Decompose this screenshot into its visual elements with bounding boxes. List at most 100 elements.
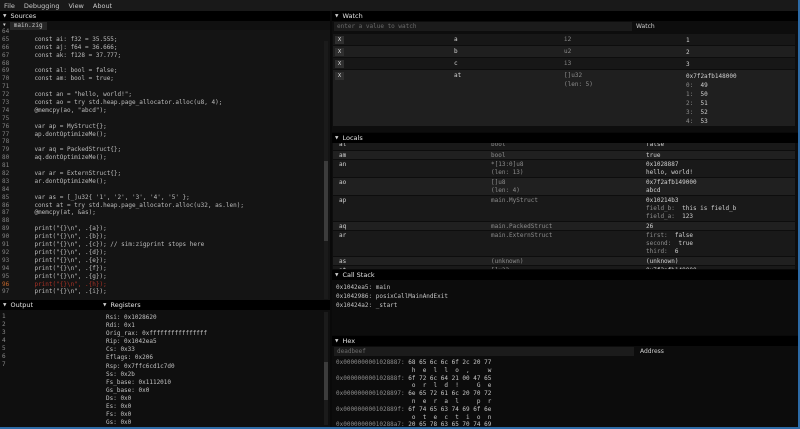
line-number[interactable]: 89 (0, 225, 11, 233)
registers-panel-header[interactable]: ▼ Registers (100, 300, 330, 310)
source-line[interactable]: 84 (0, 186, 322, 194)
source-line[interactable]: 70 const am: bool = true; (0, 75, 322, 83)
watch-row[interactable]: Xbu22 (333, 46, 795, 57)
line-number[interactable]: 66 (0, 44, 11, 52)
source-line[interactable]: 66 const aj: f64 = 36.666; (0, 44, 322, 52)
source-line[interactable]: 85 var as = [_]u32{ '1', '2', '3', '4', … (0, 194, 322, 202)
hex-address-input[interactable] (334, 347, 634, 356)
source-line[interactable]: 97 print("{}\n", .{i}); (0, 288, 322, 296)
line-number[interactable]: 71 (0, 83, 11, 91)
source-line[interactable]: 81 (0, 162, 322, 170)
delete-watch-button[interactable]: X (335, 60, 344, 68)
locals-panel-header[interactable]: ▼ Locals (332, 133, 798, 143)
sources-scrollbar[interactable] (324, 41, 328, 299)
source-line[interactable]: 68 (0, 60, 322, 68)
source-line[interactable]: 83 ar.dontOptimizeMe(); (0, 178, 322, 186)
call-stack-frame[interactable]: 0x1042986: posixCallMainAndExit (336, 292, 798, 301)
sources-panel-header[interactable]: ▼ Sources (0, 11, 330, 21)
line-number[interactable]: 75 (0, 115, 11, 123)
line-number[interactable]: 82 (0, 170, 11, 178)
line-number[interactable]: 73 (0, 99, 11, 107)
local-row[interactable]: as(unknown)(unknown) (333, 257, 795, 265)
source-line[interactable]: 95 print("{}\n", .{g}); (0, 273, 322, 281)
registers-scrollbar[interactable] (324, 312, 328, 425)
source-line[interactable]: 91 print("{}\n", .{c}); // sim:zigprint … (0, 241, 322, 249)
line-number[interactable]: 86 (0, 202, 11, 210)
source-line[interactable]: 92 print("{}\n", .{d}); (0, 249, 322, 257)
line-number[interactable]: 80 (0, 154, 11, 162)
delete-watch-button[interactable]: X (335, 36, 344, 44)
call-stack-frame[interactable]: 0x1042ea5: main (336, 283, 798, 292)
source-line[interactable]: 86 const at = try std.heap.page_allocato… (0, 202, 322, 210)
line-number[interactable]: 84 (0, 186, 11, 194)
line-number[interactable]: 67 (0, 52, 11, 60)
local-row[interactable]: armain.ExternStructfirst: falsesecond: t… (333, 231, 795, 256)
source-line[interactable]: 89 print("{}\n", .{a}); (0, 225, 322, 233)
source-line[interactable]: 80 aq.dontOptimizeMe(); (0, 154, 322, 162)
local-row[interactable]: an*[13:0]u8(len: 13)0x1028887hello, worl… (333, 160, 795, 177)
source-line[interactable]: 72 const an = "hello, world!"; (0, 91, 322, 99)
line-number[interactable]: 92 (0, 249, 11, 257)
source-line[interactable]: 75 (0, 115, 322, 123)
line-number[interactable]: 81 (0, 162, 11, 170)
source-line[interactable]: 76 var ap = MyStruct{}; (0, 123, 322, 131)
line-number[interactable]: 97 (0, 288, 11, 296)
hex-address-button[interactable]: Address (640, 347, 664, 357)
line-number[interactable]: 76 (0, 123, 11, 131)
call-stack-frame[interactable]: 0x10424a2: _start (336, 301, 798, 310)
line-number[interactable]: 91 (0, 241, 11, 249)
scrollbar-thumb[interactable] (324, 161, 328, 241)
local-row[interactable]: ambooltrue (333, 151, 795, 159)
source-line[interactable]: 67 const ak: f128 = 37.777; (0, 52, 322, 60)
watch-add-button[interactable]: Watch (636, 22, 655, 32)
source-line[interactable]: 74 @memcpy(ao, "abcd"); (0, 107, 322, 115)
line-number[interactable]: 93 (0, 257, 11, 265)
delete-watch-button[interactable]: X (335, 72, 344, 80)
source-line[interactable]: 71 (0, 83, 322, 91)
source-line[interactable]: 96 print("{}\n", .{h}); (0, 281, 322, 289)
menu-item-file[interactable]: File (4, 2, 15, 10)
source-line[interactable]: 79 var aq = PackedStruct{}; (0, 146, 322, 154)
line-number[interactable]: 65 (0, 36, 11, 44)
line-number[interactable]: 64 (0, 28, 11, 36)
delete-watch-button[interactable]: X (335, 48, 344, 56)
menu-item-view[interactable]: View (68, 2, 83, 10)
watch-row[interactable]: Xci33 (333, 58, 795, 69)
line-number[interactable]: 69 (0, 67, 11, 75)
hex-panel-header[interactable]: ▼ Hex (332, 336, 798, 346)
line-number[interactable]: 77 (0, 131, 11, 139)
line-number[interactable]: 87 (0, 209, 11, 217)
output-panel-header[interactable]: ▼ Output (0, 300, 100, 310)
source-line[interactable]: 88 (0, 217, 322, 225)
source-line[interactable]: 82 var ar = ExternStruct{}; (0, 170, 322, 178)
source-line[interactable]: 73 const ao = try std.heap.page_allocato… (0, 99, 322, 107)
line-number[interactable]: 88 (0, 217, 11, 225)
source-line[interactable]: 77 ap.dontOptimizeMe(); (0, 131, 322, 139)
line-number[interactable]: 90 (0, 233, 11, 241)
menu-item-about[interactable]: About (93, 2, 112, 10)
watch-input[interactable] (334, 22, 632, 31)
local-row[interactable]: aqmain.PackedStruct26 (333, 222, 795, 230)
line-number[interactable]: 85 (0, 194, 11, 202)
source-line[interactable]: 94 print("{}\n", .{f}); (0, 265, 322, 273)
menu-item-debugging[interactable]: Debugging (24, 2, 60, 10)
line-number[interactable]: 70 (0, 75, 11, 83)
line-number[interactable]: 96 (0, 281, 11, 289)
local-row[interactable]: at[]u320x7f2afb148000 (333, 266, 795, 269)
watch-panel-header[interactable]: ▼ Watch (332, 11, 798, 21)
line-number[interactable]: 72 (0, 91, 11, 99)
source-line[interactable]: 87 @memcpy(at, &as); (0, 209, 322, 217)
line-number[interactable]: 94 (0, 265, 11, 273)
source-line[interactable]: 78 (0, 138, 322, 146)
line-number[interactable]: 78 (0, 138, 11, 146)
line-number[interactable]: 74 (0, 107, 11, 115)
source-line[interactable]: 93 print("{}\n", .{e}); (0, 257, 322, 265)
line-number[interactable]: 68 (0, 60, 11, 68)
local-row[interactable]: apmain.MyStruct0x10214b3field_b: this is… (333, 196, 795, 221)
local-row[interactable]: ao[]u8(len: 4)0x7f2afb149000abcd (333, 178, 795, 195)
source-line[interactable]: 65 const ai: f32 = 35.555; (0, 36, 322, 44)
line-number[interactable]: 95 (0, 273, 11, 281)
call-stack-panel-header[interactable]: ▼ Call Stack (332, 270, 798, 280)
scrollbar-thumb[interactable] (324, 362, 328, 400)
source-line[interactable]: 90 print("{}\n", .{b}); (0, 233, 322, 241)
